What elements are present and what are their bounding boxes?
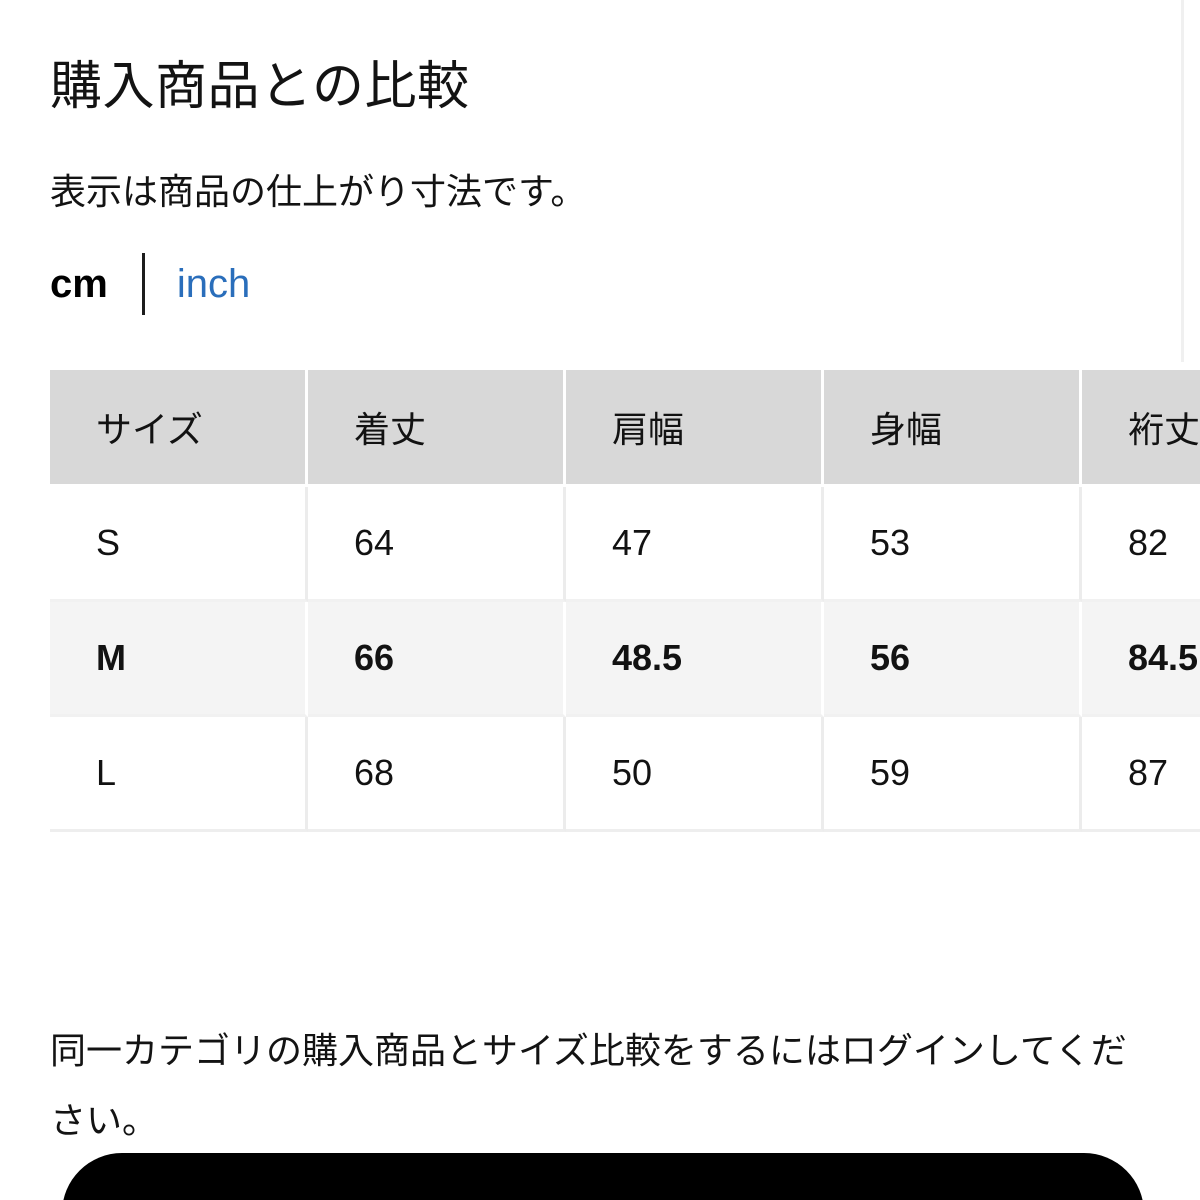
unit-toggle: cm inch: [50, 252, 250, 316]
table-row[interactable]: S 64 47 53 82: [50, 487, 1200, 602]
table-row-selected[interactable]: M 66 48.5 56 84.5: [50, 602, 1200, 717]
cell-length: 64: [308, 487, 566, 602]
unit-option-cm[interactable]: cm: [50, 255, 108, 313]
cell-size: L: [50, 717, 308, 832]
cell-size: S: [50, 487, 308, 602]
cell-sleeve: 82: [1082, 487, 1200, 602]
right-edge-divider: [1181, 0, 1184, 362]
column-header-sleeve: 裄丈: [1082, 370, 1200, 487]
cell-shoulder: 48.5: [566, 602, 824, 717]
cell-chest: 56: [824, 602, 1082, 717]
cell-size: M: [50, 602, 308, 717]
column-header-length: 着丈: [308, 370, 566, 487]
table-row[interactable]: L 68 50 59 87: [50, 717, 1200, 832]
cell-chest: 59: [824, 717, 1082, 832]
size-table-container: サイズ 着丈 肩幅 身幅 裄丈 S 64 47 53 82 M 66 48.5 …: [50, 370, 1200, 832]
size-table: サイズ 着丈 肩幅 身幅 裄丈 S 64 47 53 82 M 66 48.5 …: [50, 370, 1200, 832]
column-header-size: サイズ: [50, 370, 308, 487]
cell-chest: 53: [824, 487, 1082, 602]
cell-sleeve: 84.5: [1082, 602, 1200, 717]
size-comparison-page: 購入商品との比較 表示は商品の仕上がり寸法です。 cm inch サイズ 着丈 …: [0, 0, 1200, 1200]
cell-shoulder: 50: [566, 717, 824, 832]
login-button[interactable]: [62, 1153, 1144, 1200]
cell-length: 66: [308, 602, 566, 717]
page-subtitle: 表示は商品の仕上がり寸法です。: [50, 171, 587, 212]
login-required-note: 同一カテゴリの購入商品とサイズ比較をするにはログインしてください。: [50, 1030, 1127, 1141]
cell-shoulder: 47: [566, 487, 824, 602]
column-header-chest: 身幅: [824, 370, 1082, 487]
unit-option-inch[interactable]: inch: [177, 255, 250, 313]
column-header-shoulder: 肩幅: [566, 370, 824, 487]
cell-sleeve: 87: [1082, 717, 1200, 832]
cell-length: 68: [308, 717, 566, 832]
table-header-row: サイズ 着丈 肩幅 身幅 裄丈: [50, 370, 1200, 487]
unit-toggle-divider: [141, 253, 145, 315]
page-title: 購入商品との比較: [50, 57, 470, 116]
